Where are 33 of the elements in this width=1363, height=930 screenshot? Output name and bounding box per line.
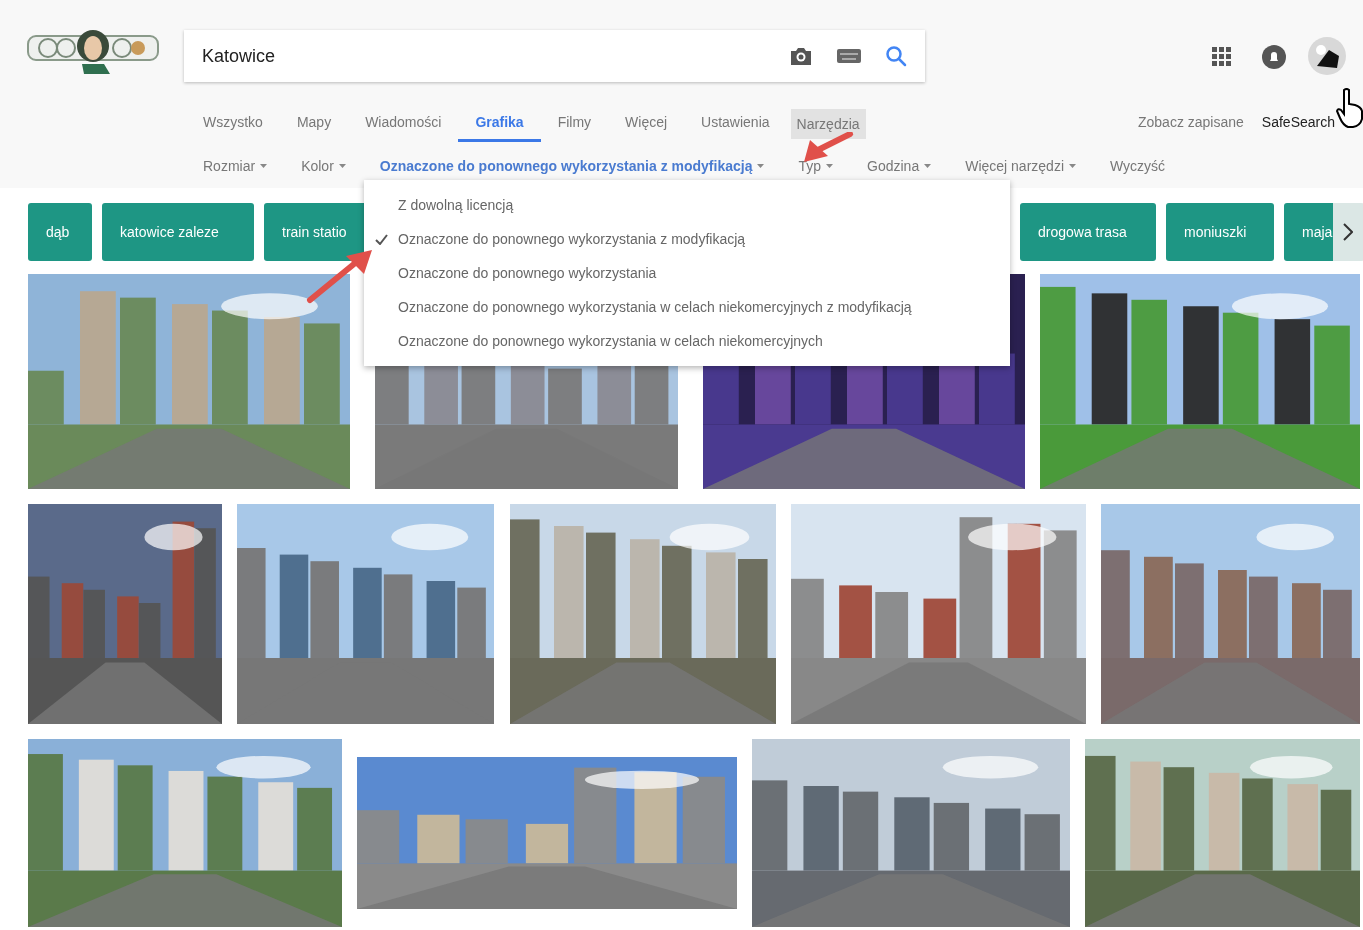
nav-tab[interactable]: Więcej (608, 106, 685, 142)
filter-dropdown[interactable]: Oznaczone do ponownego wykorzystania z modyfikacją (362, 155, 782, 177)
filter-dropdown[interactable]: Kolor (284, 155, 363, 177)
nav-tab[interactable]: Grafika (458, 106, 541, 142)
header-link[interactable]: SafeSearch (1261, 112, 1335, 133)
nav-tab[interactable]: Ustawienia (684, 106, 787, 142)
next-button[interactable] (1333, 203, 1363, 261)
related-search-chip[interactable]: katowice zaleze (102, 203, 254, 261)
filter-dropdown[interactable]: Wyczyść (1093, 155, 1183, 177)
nav-tab[interactable]: Wszystko (186, 106, 280, 142)
filter-dropdown[interactable]: Więcej narzędzi (948, 155, 1093, 177)
filter-dropdown[interactable]: Typ (781, 155, 851, 177)
search-field[interactable]: Katowice (184, 30, 925, 82)
search-icon[interactable] (885, 45, 907, 67)
search-input[interactable]: Katowice (202, 42, 781, 70)
menu-item[interactable]: Oznaczone do ponownego wykorzystania w celach niekomercyjnych z modyfikacją (364, 290, 1010, 324)
header-link[interactable]: Zobacz zapisane (1138, 112, 1244, 133)
nav-tab[interactable]: Filmy (540, 106, 609, 142)
related-search-chip[interactable]: dąb (28, 203, 92, 261)
menu-item[interactable]: Oznaczone do ponownego wykorzystania w celach niekomercyjnych (364, 324, 1010, 358)
nav-tab[interactable]: Mapy (279, 106, 349, 142)
filter-dropdown[interactable]: Rozmiar (186, 155, 285, 177)
related-search-chip[interactable]: drogowa trasa (1020, 203, 1156, 261)
apps-grid-icon[interactable] (1212, 47, 1231, 66)
related-search-chip[interactable]: moniuszki (1166, 203, 1274, 261)
avatar-icon[interactable] (1307, 36, 1347, 76)
chevron-right-icon (1343, 223, 1353, 241)
camera-icon[interactable] (789, 46, 813, 66)
notification-icon[interactable] (1262, 45, 1286, 69)
keyboard-icon[interactable] (837, 49, 861, 63)
tools-button[interactable]: Narzędzia (790, 109, 866, 139)
filter-dropdown[interactable]: Godzina (850, 155, 949, 177)
nav-tab[interactable]: Wiadomości (348, 106, 459, 142)
